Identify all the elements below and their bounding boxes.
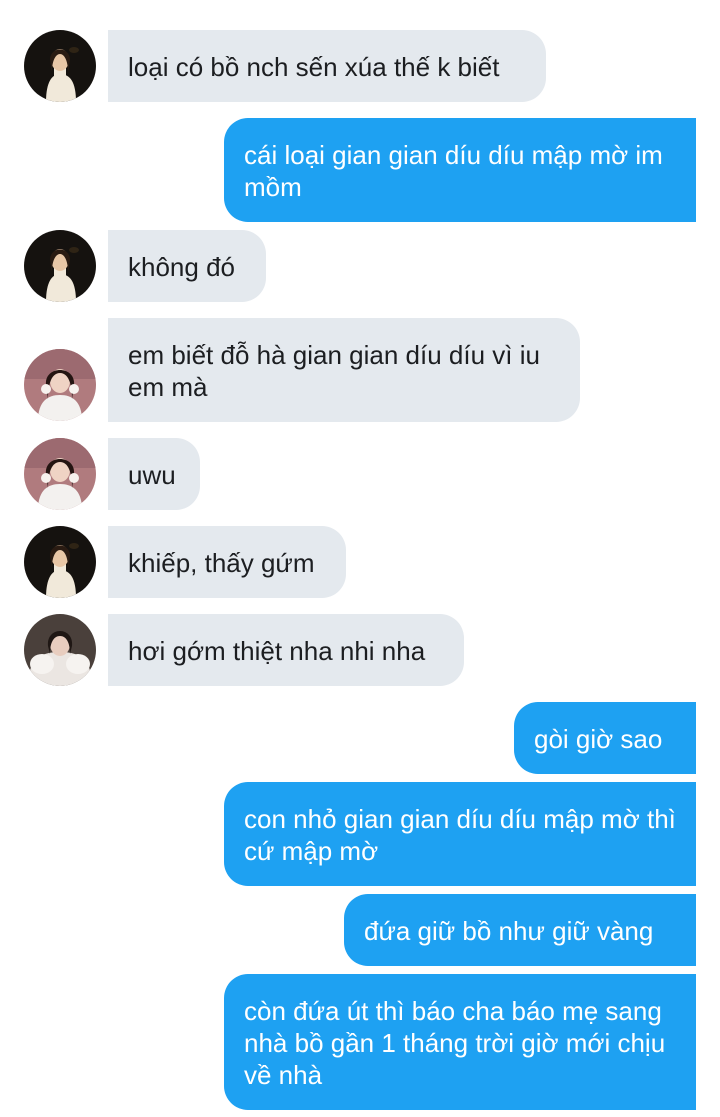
- profile-photo-icon: [24, 30, 96, 102]
- profile-photo-icon: [24, 526, 96, 598]
- message-bubble-incoming[interactable]: em biết đỗ hà gian gian díu díu vì iu em…: [108, 318, 580, 422]
- message-bubble-outgoing[interactable]: cái loại gian gian díu díu mập mờ im mồm: [224, 118, 696, 222]
- profile-photo-icon: [24, 349, 96, 421]
- profile-photo-icon: [24, 230, 96, 302]
- avatar-girl-pink-background[interactable]: [24, 438, 96, 510]
- message-bubble-incoming[interactable]: uwu: [108, 438, 200, 510]
- avatar-girl-dark-background[interactable]: [24, 30, 96, 102]
- avatar-girl-dark-background[interactable]: [24, 526, 96, 598]
- message-bubble-outgoing[interactable]: gòi giờ sao: [514, 702, 696, 774]
- message-bubble-incoming[interactable]: khiếp, thấy gứm: [108, 526, 346, 598]
- avatar-girl-pink-background[interactable]: [24, 349, 96, 421]
- avatar-girl-white-fur[interactable]: [24, 614, 96, 686]
- message-bubble-incoming[interactable]: loại có bồ nch sến xúa thế k biết: [108, 30, 546, 102]
- message-bubble-outgoing[interactable]: đứa giữ bồ như giữ vàng: [344, 894, 696, 966]
- message-bubble-outgoing[interactable]: còn đứa út thì báo cha báo mẹ sang nhà b…: [224, 974, 696, 1110]
- message-bubble-incoming[interactable]: không đó: [108, 230, 266, 302]
- profile-photo-icon: [24, 614, 96, 686]
- avatar-girl-dark-background[interactable]: [24, 230, 96, 302]
- profile-photo-icon: [24, 438, 96, 510]
- message-bubble-outgoing[interactable]: con nhỏ gian gian díu díu mập mờ thì cứ …: [224, 782, 696, 886]
- message-bubble-incoming[interactable]: hơi gớm thiệt nha nhi nha: [108, 614, 464, 686]
